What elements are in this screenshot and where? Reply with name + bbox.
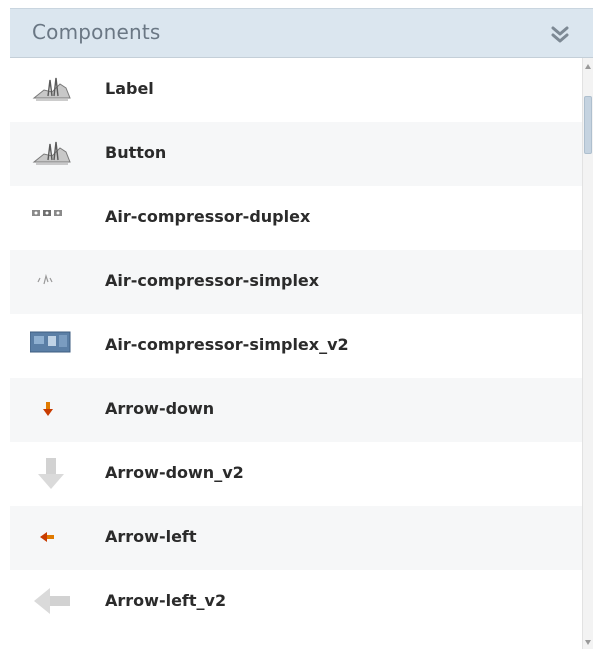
panel-header[interactable]: Components [10,8,593,58]
scroll-down-arrow-icon[interactable] [585,640,591,645]
list-item[interactable]: Air-compressor-simplex [10,250,582,314]
hand-drawing-icon [30,138,74,170]
scroll-thumb[interactable] [584,96,592,154]
list-item[interactable]: Arrow-left [10,506,582,570]
item-label: Air-compressor-duplex [105,207,311,226]
list-item[interactable]: Button [10,122,582,186]
air-compressor-duplex-icon [30,202,74,234]
list-item[interactable]: Air-compressor-simplex_v2 [10,314,582,378]
double-chevron-down-icon[interactable] [549,23,571,45]
arrow-left-gray-icon [30,586,74,618]
air-compressor-simplex-icon [30,266,74,298]
list-item[interactable]: Label [10,58,582,122]
list-item[interactable]: Arrow-down [10,378,582,442]
list-item[interactable]: Air-compressor-duplex [10,186,582,250]
panel-title: Components [32,20,161,44]
item-label: Arrow-down [105,399,215,418]
hand-drawing-icon [30,74,74,106]
air-compressor-panel-icon [29,330,74,362]
item-label: Air-compressor-simplex [105,271,320,290]
components-panel: Components Label Button Air-compressor-d… [10,8,593,649]
list-item[interactable]: Arrow-left_v2 [10,570,582,634]
arrow-down-small-icon [30,394,74,426]
vertical-scrollbar[interactable] [582,58,593,649]
arrow-down-gray-icon [30,458,74,490]
item-label: Arrow-down_v2 [105,463,244,482]
list-item[interactable]: Arrow-down_v2 [10,442,582,506]
item-label: Button [105,143,167,162]
scroll-up-arrow-icon[interactable] [585,64,591,69]
item-label: Arrow-left_v2 [105,591,227,610]
item-label: Arrow-left [105,527,197,546]
item-label: Label [105,79,154,98]
arrow-left-small-icon [30,522,74,554]
item-label: Air-compressor-simplex_v2 [105,335,349,354]
component-list: Label Button Air-compressor-duplex Air-c… [10,58,582,649]
